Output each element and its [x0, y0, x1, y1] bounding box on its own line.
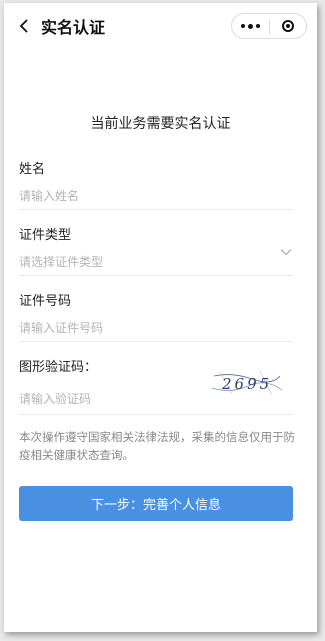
- more-dots-icon: [240, 23, 260, 29]
- chevron-down-icon[interactable]: [280, 248, 292, 256]
- id-type-select[interactable]: 请选择证件类型: [19, 253, 293, 270]
- id-type-field: 证件类型 请选择证件类型: [19, 224, 293, 276]
- privacy-notice: 本次操作遵守国家相关法律法规，采集的信息仅用于防疫相关健康状态查询。: [19, 430, 295, 462]
- next-step-button[interactable]: 下一步：完善个人信息: [19, 486, 293, 521]
- phone-screen: 实名认证 当前业务需要实名认证 姓名 请输入姓名 证件类型 请选择证件类型 证件…: [4, 3, 317, 632]
- more-button[interactable]: [232, 14, 269, 38]
- name-label: 姓名: [19, 162, 46, 177]
- captcha-image[interactable]: 2695: [212, 370, 282, 396]
- id-number-input[interactable]: 请输入证件号码: [19, 319, 293, 336]
- captcha-field: 图形验证码： 请输入验证码 2695: [19, 356, 293, 415]
- capsule-menu: [231, 13, 307, 39]
- captcha-text: 2695: [221, 375, 272, 393]
- target-close-icon: [281, 20, 294, 32]
- name-input[interactable]: 请输入姓名: [19, 187, 293, 204]
- divider: [19, 414, 293, 415]
- id-number-label: 证件号码: [19, 294, 72, 309]
- section-heading: 当前业务需要实名认证: [90, 116, 231, 132]
- id-type-label: 证件类型: [19, 228, 72, 243]
- close-miniapp-button[interactable]: [270, 14, 307, 38]
- page-title: 实名认证: [41, 18, 106, 37]
- id-number-field: 证件号码 请输入证件号码: [19, 290, 293, 342]
- back-button[interactable]: [13, 15, 35, 37]
- back-arrow-icon: [19, 19, 28, 33]
- name-field: 姓名 请输入姓名: [19, 158, 293, 210]
- divider: [19, 275, 293, 276]
- nav-bar: 实名认证: [4, 3, 317, 49]
- divider: [19, 209, 293, 210]
- divider: [19, 341, 293, 342]
